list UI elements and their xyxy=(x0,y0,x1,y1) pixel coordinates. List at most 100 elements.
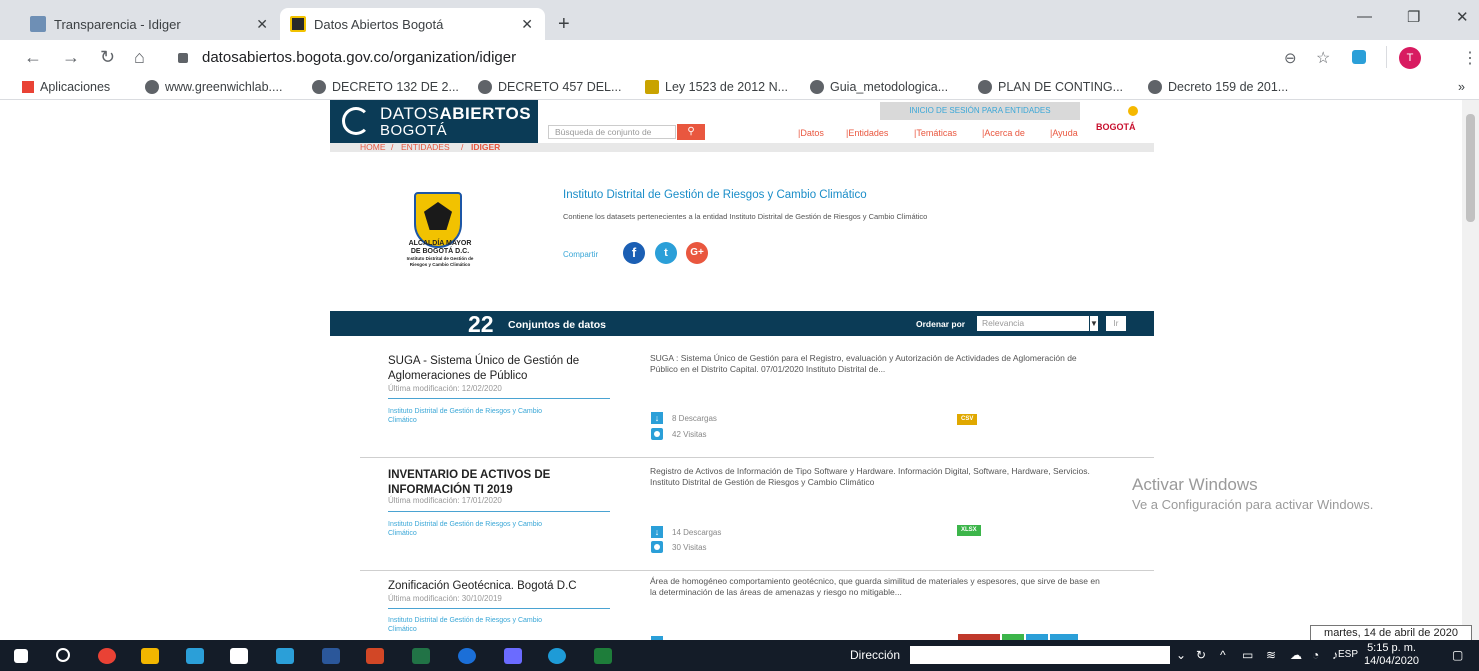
dataset-org-link[interactable]: Instituto Distrital de Gestión de Riesgo… xyxy=(388,520,568,538)
bookmarks-bar: Aplicaciones www.greenwichlab.... DECRET… xyxy=(0,76,1479,100)
logo-line1: DATOSABIERTOS xyxy=(380,104,531,124)
menu-dots-icon[interactable]: ⋮ xyxy=(1462,48,1478,68)
store-icon[interactable] xyxy=(230,648,248,664)
format-badge-csv[interactable]: CSV xyxy=(957,414,978,425)
toolbar-divider xyxy=(1386,46,1387,68)
bookmark-item[interactable]: DECRETO 457 DEL... xyxy=(478,80,621,94)
address-toolbar-label: Dirección xyxy=(850,648,901,662)
cloud-icon[interactable]: ☁ xyxy=(1290,648,1302,662)
reload-icon[interactable]: ↻ xyxy=(100,47,115,68)
dataset-modified: Última modificación: 30/10/2019 xyxy=(388,594,502,603)
view-count: 42 Visitas xyxy=(672,430,707,439)
bookmark-item[interactable]: Decreto 159 de 201... xyxy=(1148,80,1288,94)
bookmark-label: DECRETO 132 DE 2... xyxy=(332,80,459,94)
breadcrumb-home[interactable]: HOME xyxy=(360,142,386,152)
restore-icon[interactable]: ❐ xyxy=(1407,8,1420,26)
address-toolbar-input[interactable] xyxy=(910,646,1170,664)
bookmark-item[interactable]: www.greenwichlab.... xyxy=(145,80,282,94)
results-bar: 22 Conjuntos de datos Ordenar por Releva… xyxy=(330,311,1154,337)
file-explorer-icon[interactable] xyxy=(141,648,159,664)
notifications-icon[interactable]: ▢ xyxy=(1452,648,1463,662)
back-arrow-icon[interactable]: ← xyxy=(24,47,42,68)
app-icon[interactable] xyxy=(594,648,612,664)
minimize-icon[interactable]: — xyxy=(1357,8,1372,25)
browser-app-icon[interactable] xyxy=(458,648,476,664)
bookmark-item[interactable]: Ley 1523 de 2012 N... xyxy=(645,80,788,94)
dataset-title[interactable]: INVENTARIO DE ACTIVOS DE INFORMACIÓN TI … xyxy=(388,468,618,498)
divider xyxy=(388,608,610,609)
zoom-icon[interactable]: ⊖ xyxy=(1284,49,1297,67)
windows-start-icon[interactable] xyxy=(14,649,28,663)
nav-datos[interactable]: |Datos xyxy=(798,128,824,138)
system-clock[interactable]: 5:15 p. m. 14/04/2020 xyxy=(1364,642,1419,668)
close-window-icon[interactable]: ✕ xyxy=(1456,8,1469,26)
nav-tematicas[interactable]: |Temáticas xyxy=(914,128,957,138)
dataset-org-link[interactable]: Instituto Distrital de Gestión de Riesgo… xyxy=(388,616,568,634)
bookmark-apps[interactable]: Aplicaciones xyxy=(22,80,110,94)
dataset-title[interactable]: Zonificación Geotécnica. Bogotá D.C xyxy=(388,579,618,594)
bookmark-item[interactable]: Guia_metodologica... xyxy=(810,80,948,94)
chevron-down-icon[interactable]: ▼ xyxy=(1090,316,1098,331)
forward-arrow-icon[interactable]: → xyxy=(62,47,80,68)
twitter-icon[interactable]: t xyxy=(655,242,677,264)
edge-icon[interactable] xyxy=(548,648,566,664)
breadcrumb-entidades[interactable]: ENTIDADES xyxy=(401,142,450,152)
battery-icon[interactable]: ▭ xyxy=(1242,648,1253,662)
login-link[interactable]: INICIO DE SESIÓN PARA ENTIDADES xyxy=(880,102,1080,120)
nav-ayuda[interactable]: |Ayuda xyxy=(1050,128,1078,138)
close-tab-icon[interactable]: ✕ xyxy=(521,16,533,33)
dataset-search-input[interactable]: Búsqueda de conjunto de xyxy=(548,125,676,139)
download-icon: ↓ xyxy=(651,526,663,538)
tab-transparencia[interactable]: Transparencia - Idiger ✕ xyxy=(20,8,280,40)
close-tab-icon[interactable]: ✕ xyxy=(256,16,268,33)
sort-select[interactable]: Relevancia xyxy=(977,316,1089,331)
google-plus-icon[interactable]: G+ xyxy=(686,242,708,264)
address-bar[interactable]: datosabiertos.bogota.gov.co/organization… xyxy=(202,49,516,66)
chevron-down-icon[interactable]: ⌄ xyxy=(1176,648,1186,662)
globe-icon xyxy=(810,80,824,94)
extension-icon[interactable] xyxy=(1352,50,1366,64)
mail-icon[interactable] xyxy=(276,648,294,664)
dataset-title[interactable]: SUGA - Sistema Único de Gestión de Aglom… xyxy=(388,354,618,384)
bookmark-label: DECRETO 457 DEL... xyxy=(498,80,622,94)
chevron-up-icon[interactable]: ^ xyxy=(1220,648,1226,662)
network-icon[interactable]: ≋ xyxy=(1266,648,1276,662)
new-tab-button[interactable]: + xyxy=(558,13,570,36)
nav-label: Acerca de xyxy=(984,128,1025,138)
nav-acerca[interactable]: |Acerca de xyxy=(982,128,1025,138)
breadcrumb-sep: / xyxy=(461,142,464,152)
app-icon[interactable] xyxy=(504,648,522,664)
word-icon[interactable] xyxy=(322,648,340,664)
powerpoint-icon[interactable] xyxy=(366,648,384,664)
dataset-modified: Última modificación: 17/01/2020 xyxy=(388,496,502,505)
language-indicator[interactable]: ESP xyxy=(1338,649,1358,660)
search-button[interactable]: ⚲ xyxy=(677,124,705,140)
sort-go-button[interactable]: Ir xyxy=(1106,316,1126,331)
bookmark-star-icon[interactable]: ☆ xyxy=(1316,48,1330,68)
home-icon[interactable]: ⌂ xyxy=(134,47,145,68)
chrome-icon[interactable] xyxy=(98,648,116,664)
dataset-org-link[interactable]: Instituto Distrital de Gestión de Riesgo… xyxy=(388,407,568,425)
facebook-icon[interactable]: f xyxy=(623,242,645,264)
tab-datos-abiertos[interactable]: Datos Abiertos Bogotá ✕ xyxy=(280,8,545,40)
bookmark-item[interactable]: DECRETO 132 DE 2... xyxy=(312,80,459,94)
bookmark-item[interactable]: PLAN DE CONTING... xyxy=(978,80,1123,94)
bookmark-label: Ley 1523 de 2012 N... xyxy=(665,80,789,94)
bogota-brand-logo[interactable]: BOGOTÁ xyxy=(1096,122,1136,132)
refresh-icon[interactable]: ↻ xyxy=(1196,648,1206,662)
scrollbar-thumb[interactable] xyxy=(1466,114,1475,222)
format-badge-xlsx[interactable]: XLSX xyxy=(957,525,981,536)
media-app-icon[interactable] xyxy=(186,648,204,664)
divider xyxy=(388,398,610,399)
search-icon[interactable] xyxy=(56,648,70,662)
site-logo[interactable]: DATOSABIERTOS BOGOTÁ xyxy=(330,100,538,143)
share-label: Compartir xyxy=(563,250,599,259)
nav-entidades[interactable]: |Entidades xyxy=(846,128,888,138)
wifi-icon[interactable]: ◔ xyxy=(1312,648,1319,662)
profile-avatar[interactable]: T xyxy=(1399,47,1421,69)
excel-icon[interactable] xyxy=(412,648,430,664)
bookmarks-overflow-button[interactable]: » xyxy=(1458,80,1465,94)
nav-label: Entidades xyxy=(848,128,889,138)
row-separator xyxy=(360,457,1154,458)
row-separator xyxy=(360,570,1154,571)
